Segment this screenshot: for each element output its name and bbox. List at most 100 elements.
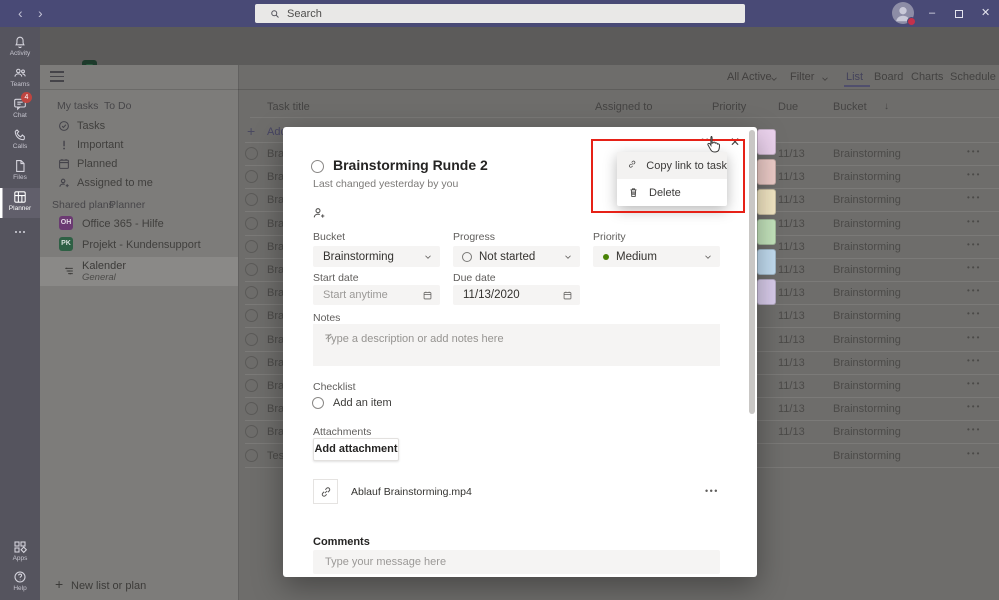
due-date-label: Due date bbox=[453, 272, 496, 284]
group-by-dropdown[interactable]: All Active bbox=[727, 71, 772, 83]
plan-avatar: OH bbox=[59, 216, 73, 230]
attachment-link-icon bbox=[313, 479, 338, 504]
tab-list[interactable]: List bbox=[846, 71, 863, 83]
sidebar-item-important[interactable]: Important bbox=[40, 137, 238, 156]
rail-item-planner[interactable]: Planner bbox=[0, 188, 40, 218]
filter-dropdown[interactable]: Filter bbox=[790, 71, 814, 83]
task-complete-circle[interactable] bbox=[245, 217, 258, 230]
my-tasks-sub[interactable]: To Do bbox=[104, 100, 131, 112]
due-date-field[interactable]: 11/13/2020 bbox=[453, 285, 580, 305]
col-task-title[interactable]: Task title bbox=[267, 101, 310, 113]
sidebar-item-assigned-to-me[interactable]: Assigned to me bbox=[40, 175, 238, 194]
task-complete-circle[interactable] bbox=[245, 333, 258, 346]
task-row-menu-icon[interactable]: ••• bbox=[967, 286, 981, 295]
task-row-menu-icon[interactable]: ••• bbox=[967, 333, 981, 342]
avatar[interactable] bbox=[892, 2, 916, 26]
task-complete-circle[interactable] bbox=[245, 170, 258, 183]
sidebar-plan-pk[interactable]: PK Projekt - Kundensupport bbox=[40, 236, 238, 257]
attachment-more-icon[interactable]: ••• bbox=[705, 486, 719, 496]
task-row-menu-icon[interactable]: ••• bbox=[967, 240, 981, 249]
add-checklist-item[interactable]: Add an item bbox=[333, 397, 392, 409]
rail-item-activity[interactable]: Activity bbox=[0, 33, 40, 63]
notes-textarea[interactable]: Type a description or add notes here bbox=[313, 324, 720, 366]
task-complete-circle[interactable] bbox=[245, 286, 258, 299]
col-due[interactable]: Due bbox=[778, 101, 798, 113]
tab-board[interactable]: Board bbox=[874, 71, 903, 83]
task-complete-circle[interactable] bbox=[245, 193, 258, 206]
back-icon[interactable]: ‹ bbox=[18, 0, 23, 27]
task-title-cell: Bra bbox=[267, 171, 285, 183]
rail-item-chat[interactable]: Chat 4 bbox=[0, 92, 40, 125]
task-row-menu-icon[interactable]: ••• bbox=[967, 356, 981, 365]
task-complete-circle[interactable] bbox=[245, 402, 258, 415]
task-complete-circle[interactable] bbox=[245, 147, 258, 160]
rail-item-calls[interactable]: Calls bbox=[0, 126, 40, 156]
forward-icon[interactable]: › bbox=[38, 0, 43, 27]
sort-descending-icon[interactable]: ↓ bbox=[884, 101, 889, 112]
task-row-menu-icon[interactable]: ••• bbox=[967, 263, 981, 272]
task-complete-circle[interactable] bbox=[245, 425, 258, 438]
task-title-cell: Bra bbox=[267, 357, 285, 369]
priority-dropdown[interactable]: Medium bbox=[593, 246, 720, 267]
tab-charts[interactable]: Charts bbox=[911, 71, 943, 83]
calendar-icon[interactable] bbox=[422, 290, 433, 301]
col-bucket[interactable]: Bucket bbox=[833, 101, 867, 113]
task-due-cell: 11/13 bbox=[778, 287, 805, 299]
sidebar-item-planned[interactable]: Planned bbox=[40, 156, 238, 175]
task-title-cell: Bra bbox=[267, 380, 285, 392]
rail-item-help[interactable]: Help bbox=[0, 568, 40, 598]
calendar-icon[interactable] bbox=[562, 290, 573, 301]
task-complete-circle[interactable] bbox=[245, 309, 258, 322]
sidebar-plan-oh[interactable]: OH Office 365 - Hilfe bbox=[40, 215, 238, 236]
add-attachment-button[interactable]: Add attachment bbox=[313, 438, 399, 461]
resize-handle-icon[interactable] bbox=[325, 333, 332, 340]
task-row-menu-icon[interactable]: ••• bbox=[967, 193, 981, 202]
task-row-menu-icon[interactable]: ••• bbox=[967, 217, 981, 226]
sidebar-plan-kalender[interactable]: Kalender General bbox=[40, 257, 238, 286]
minimize-button[interactable]: – bbox=[929, 0, 935, 27]
task-row-menu-icon[interactable]: ••• bbox=[967, 449, 981, 458]
rail-item-more[interactable] bbox=[0, 223, 40, 243]
task-complete-circle[interactable] bbox=[245, 263, 258, 276]
tab-schedule[interactable]: Schedule bbox=[950, 71, 996, 83]
complete-task-circle[interactable] bbox=[311, 160, 324, 173]
task-bucket-cell: Brainstorming bbox=[833, 334, 901, 346]
col-assigned-to[interactable]: Assigned to bbox=[595, 101, 652, 113]
assign-person-icon[interactable] bbox=[311, 205, 327, 221]
rail-item-files[interactable]: Files bbox=[0, 157, 40, 187]
progress-dropdown[interactable]: Not started bbox=[453, 246, 580, 267]
task-row-menu-icon[interactable]: ••• bbox=[967, 147, 981, 156]
rail-item-teams[interactable]: Teams bbox=[0, 64, 40, 94]
rail-item-apps[interactable]: Apps bbox=[0, 538, 40, 568]
search-input[interactable]: Search bbox=[255, 4, 745, 23]
task-title[interactable]: Brainstorming Runde 2 bbox=[333, 157, 488, 173]
close-window-button[interactable]: ✕ bbox=[981, 0, 990, 27]
rail-item-label: Teams bbox=[10, 81, 30, 88]
bucket-dropdown[interactable]: Brainstorming bbox=[313, 246, 440, 267]
priority-label: Priority bbox=[593, 231, 626, 243]
task-row-menu-icon[interactable]: ••• bbox=[967, 379, 981, 388]
maximize-button[interactable] bbox=[955, 10, 963, 18]
task-row-menu-icon[interactable]: ••• bbox=[967, 425, 981, 434]
task-row-menu-icon[interactable]: ••• bbox=[967, 309, 981, 318]
task-complete-circle[interactable] bbox=[245, 449, 258, 462]
task-complete-circle[interactable] bbox=[245, 240, 258, 253]
task-row-menu-icon[interactable]: ••• bbox=[967, 170, 981, 179]
col-priority[interactable]: Priority bbox=[712, 101, 746, 113]
comment-input[interactable]: Type your message here bbox=[313, 550, 720, 574]
chevron-down-icon bbox=[423, 252, 433, 262]
hamburger-icon[interactable] bbox=[50, 71, 64, 83]
task-complete-circle[interactable] bbox=[245, 379, 258, 392]
checklist-item-circle[interactable] bbox=[312, 397, 324, 409]
rail-item-label: Apps bbox=[12, 555, 28, 562]
new-list-or-plan-button[interactable]: New list or plan bbox=[71, 580, 146, 592]
task-row-menu-icon[interactable]: ••• bbox=[967, 402, 981, 411]
sidebar-item-tasks[interactable]: Tasks bbox=[40, 118, 238, 137]
start-date-field[interactable]: Start anytime bbox=[313, 285, 440, 305]
dialog-scrollbar[interactable] bbox=[749, 130, 755, 414]
task-bucket-cell: Brainstorming bbox=[833, 287, 901, 299]
attachment-name[interactable]: Ablauf Brainstorming.mp4 bbox=[351, 486, 472, 498]
shared-plans-sub: Planner bbox=[109, 199, 146, 211]
task-due-cell: 11/13 bbox=[778, 310, 805, 322]
task-complete-circle[interactable] bbox=[245, 356, 258, 369]
